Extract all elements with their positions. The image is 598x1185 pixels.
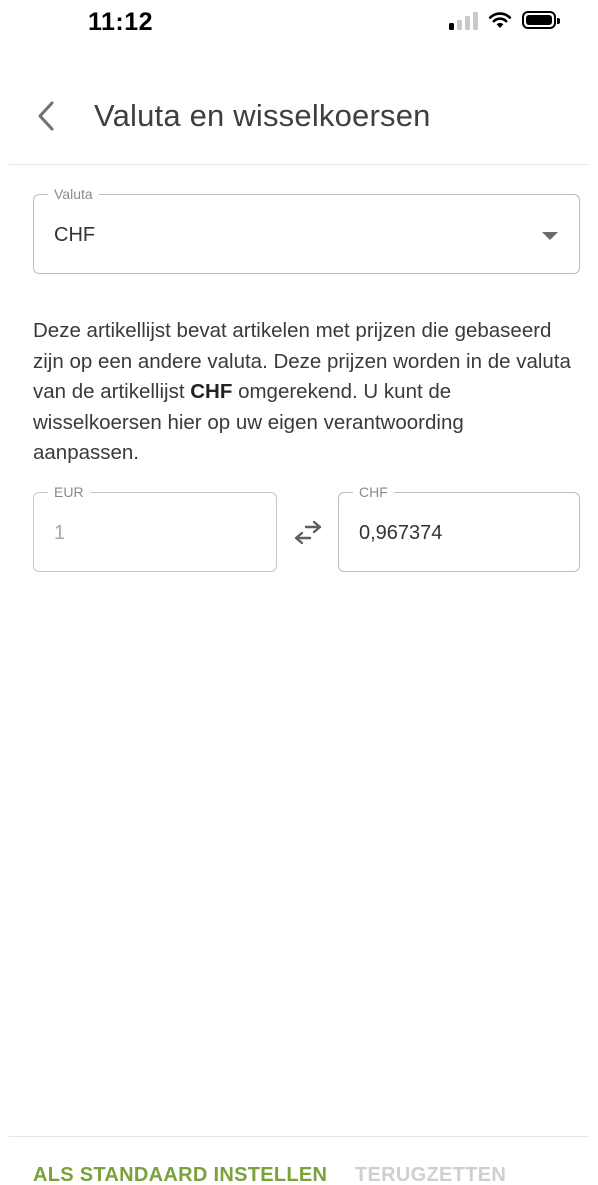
to-currency-label: CHF xyxy=(353,483,394,501)
currency-select-label: Valuta xyxy=(48,185,99,203)
wifi-icon xyxy=(488,12,512,28)
reset-button[interactable]: TERUGZETTEN xyxy=(355,1164,506,1185)
back-button[interactable] xyxy=(26,94,66,138)
to-currency-field[interactable]: CHF 0,967374 xyxy=(338,483,580,572)
from-currency-value: 1 xyxy=(54,522,66,544)
currency-select-value: CHF xyxy=(54,224,96,246)
app-header: Valuta en wisselkoersen xyxy=(0,80,598,164)
page-title: Valuta en wisselkoersen xyxy=(94,98,431,133)
exchange-rate-input[interactable]: 0,967374 xyxy=(359,522,442,545)
status-time: 11:12 xyxy=(88,8,154,36)
set-default-button[interactable]: ALS STANDAARD INSTELLEN xyxy=(33,1164,327,1185)
cellular-signal-icon xyxy=(449,10,478,30)
exchange-rate-description: Deze artikellijst bevat artikelen met pr… xyxy=(33,316,573,469)
from-currency-label: EUR xyxy=(48,483,90,501)
caret-down-icon xyxy=(542,232,558,240)
swap-arrows-icon xyxy=(294,520,322,545)
status-bar: 11:12 xyxy=(0,0,598,48)
battery-icon xyxy=(522,11,560,29)
from-currency-field: EUR 1 xyxy=(33,483,277,572)
footer-divider xyxy=(9,1136,589,1137)
currency-select[interactable]: Valuta CHF xyxy=(33,185,580,274)
description-currency: CHF xyxy=(190,380,233,403)
status-icons xyxy=(449,10,560,30)
chevron-left-icon xyxy=(38,101,54,131)
header-divider xyxy=(9,164,589,165)
